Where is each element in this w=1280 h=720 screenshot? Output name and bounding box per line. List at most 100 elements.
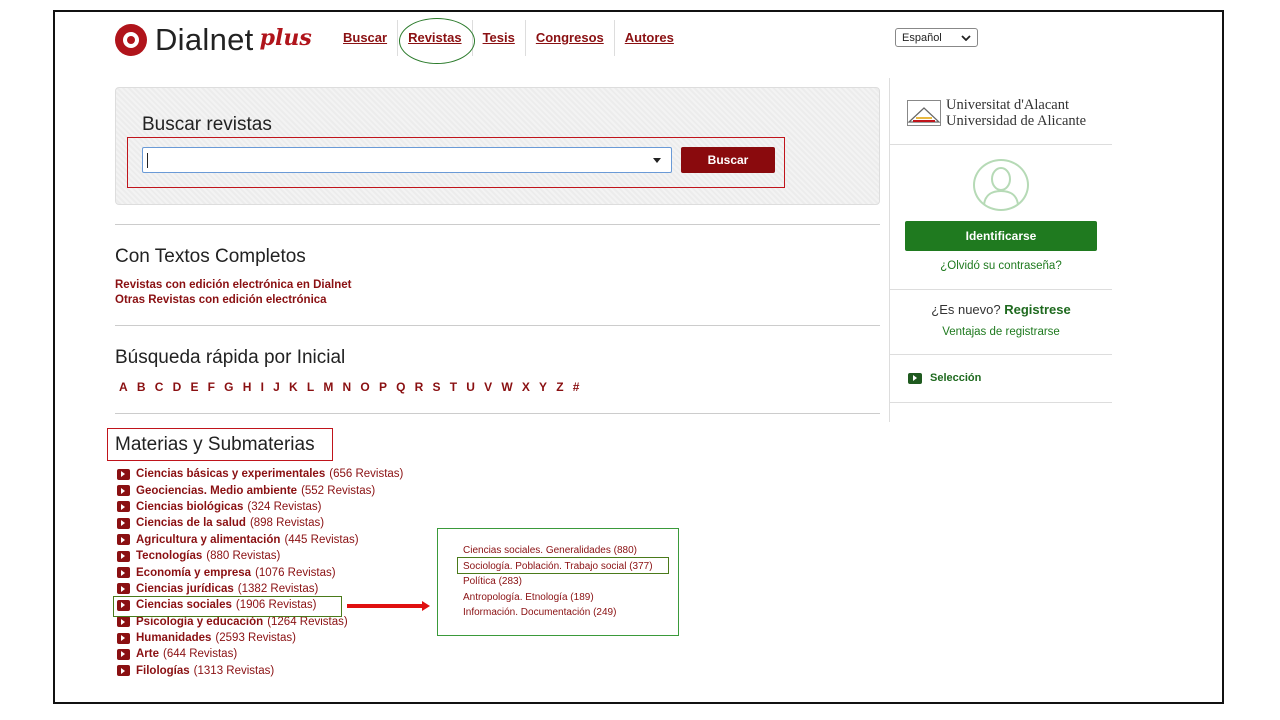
letter-link[interactable]: J (273, 380, 280, 394)
letter-link[interactable]: O (360, 380, 369, 394)
annotation-arrow (347, 604, 423, 608)
dialnet-logo-icon (115, 24, 147, 56)
submateria-link[interactable]: Antropología. Etnología (189) (463, 590, 653, 606)
search-title: Buscar revistas (142, 114, 272, 135)
materia-name[interactable]: Economía y empresa (136, 567, 251, 579)
ciencias-sociales-highlight-box (113, 596, 342, 617)
materias-list: Ciencias básicas y experimentales (656 Re… (117, 466, 403, 679)
letter-link[interactable]: A (119, 380, 128, 394)
materia-count: (1076 Revistas) (255, 566, 336, 579)
list-item[interactable]: Ciencias jurídicas (1382 Revistas) (117, 581, 403, 597)
letter-link[interactable]: D (173, 380, 182, 394)
nav-tesis[interactable]: Tesis (471, 20, 525, 56)
textos-completos-title: Con Textos Completos (115, 246, 306, 267)
link-otras-revistas[interactable]: Otras Revistas con edición electrónica (115, 294, 327, 306)
identificarse-button[interactable]: Identificarse (905, 221, 1097, 251)
materia-count: (324 Revistas) (247, 500, 322, 513)
materia-name[interactable]: Geociencias. Medio ambiente (136, 485, 297, 497)
revistas-highlight-circle (399, 18, 475, 64)
language-select[interactable]: Español (895, 28, 978, 47)
user-icon (983, 167, 1019, 206)
divider (115, 413, 880, 414)
materia-name[interactable]: Ciencias básicas y experimentales (136, 468, 325, 480)
materia-name[interactable]: Tecnologías (136, 550, 202, 562)
dialnet-logo[interactable]: Dialnet plus (115, 22, 312, 58)
logo-plus: plus (259, 25, 312, 51)
letter-link[interactable]: F (208, 380, 215, 394)
letter-link[interactable]: G (224, 380, 233, 394)
list-item[interactable]: Economía y empresa (1076 Revistas) (117, 564, 403, 580)
ventajas-link[interactable]: Ventajas de registrarse (890, 326, 1112, 338)
letter-link[interactable]: S (433, 380, 441, 394)
letter-link[interactable]: W (501, 380, 512, 394)
arrow-right-icon (117, 616, 130, 628)
materia-name[interactable]: Humanidades (136, 632, 211, 644)
dropdown-arrow-icon[interactable] (653, 158, 661, 163)
letter-link[interactable]: # (573, 380, 580, 394)
list-item[interactable]: Tecnologías (880 Revistas) (117, 548, 403, 564)
letter-link[interactable]: K (289, 380, 298, 394)
letter-link[interactable]: N (343, 380, 352, 394)
nav-buscar[interactable]: Buscar (333, 20, 397, 56)
materia-name[interactable]: Ciencias biológicas (136, 501, 243, 513)
list-item[interactable]: Humanidades (2593 Revistas) (117, 630, 403, 646)
materia-count: (656 Revistas) (329, 468, 404, 481)
materia-count: (1264 Revistas) (267, 615, 348, 628)
letter-link[interactable]: R (415, 380, 424, 394)
letter-link[interactable]: E (190, 380, 198, 394)
letter-link[interactable]: Q (396, 380, 405, 394)
materia-count: (1313 Revistas) (193, 664, 275, 677)
letter-link[interactable]: L (307, 380, 314, 394)
letter-link[interactable]: Y (539, 380, 547, 394)
letter-link[interactable]: C (155, 380, 164, 394)
divider (115, 325, 880, 326)
letter-link[interactable]: H (243, 380, 252, 394)
list-item[interactable]: Agricultura y alimentación (445 Revistas) (117, 532, 403, 548)
arrow-right-icon (117, 583, 130, 595)
letter-link[interactable]: P (379, 380, 387, 394)
letter-link[interactable]: U (466, 380, 475, 394)
text-caret (147, 153, 148, 168)
letter-link[interactable]: V (484, 380, 492, 394)
list-item[interactable]: Ciencias básicas y experimentales (656 Re… (117, 466, 403, 482)
seleccion-label: Selección (930, 372, 982, 384)
sociologia-highlight-box (457, 557, 669, 574)
letter-link[interactable]: X (522, 380, 530, 394)
sidebar-divider (890, 402, 1112, 403)
link-revistas-dialnet[interactable]: Revistas con edición electrónica en Dial… (115, 279, 351, 291)
annotation-arrow-head (422, 601, 430, 611)
search-input[interactable] (142, 147, 672, 173)
list-item[interactable]: Ciencias de la salud (898 Revistas) (117, 515, 403, 531)
submateria-link[interactable]: Información. Documentación (249) (463, 605, 653, 621)
list-item[interactable]: Ciencias biológicas (324 Revistas) (117, 499, 403, 515)
search-button[interactable]: Buscar (681, 147, 775, 173)
list-item[interactable]: Filologías (1313 Revistas) (117, 663, 403, 679)
materia-name[interactable]: Ciencias jurídicas (136, 583, 234, 595)
seleccion-link[interactable]: Selección (908, 372, 981, 384)
register-link[interactable]: Registrese (1004, 302, 1070, 317)
nav-congresos[interactable]: Congresos (524, 20, 614, 56)
list-item[interactable]: Geociencias. Medio ambiente (552 Revistas… (117, 482, 403, 498)
letter-link[interactable]: T (450, 380, 457, 394)
nav-autores[interactable]: Autores (613, 20, 684, 56)
avatar (973, 159, 1029, 211)
letter-link[interactable]: M (323, 380, 333, 394)
materia-name[interactable]: Psicología y educación (136, 616, 263, 628)
arrow-right-icon (117, 468, 130, 480)
arrow-right-icon (117, 567, 130, 579)
letter-link[interactable]: B (137, 380, 146, 394)
arrow-right-icon (117, 648, 130, 660)
materia-name[interactable]: Ciencias de la salud (136, 517, 246, 529)
submateria-link[interactable]: Política (283) (463, 574, 653, 590)
forgot-password-link[interactable]: ¿Olvidó su contraseña? (890, 260, 1112, 272)
materia-name[interactable]: Agricultura y alimentación (136, 534, 280, 546)
top-navigation: Buscar Revistas Tesis Congresos Autores (333, 20, 684, 56)
materia-name[interactable]: Filologías (136, 665, 190, 677)
materia-count: (1382 Revistas) (237, 582, 319, 595)
list-item[interactable]: Arte (644 Revistas) (117, 646, 403, 662)
letter-link[interactable]: I (261, 380, 264, 394)
letter-link[interactable]: Z (556, 380, 563, 394)
materia-name[interactable]: Arte (136, 648, 159, 660)
divider (115, 224, 880, 225)
arrow-right-icon (908, 372, 922, 384)
